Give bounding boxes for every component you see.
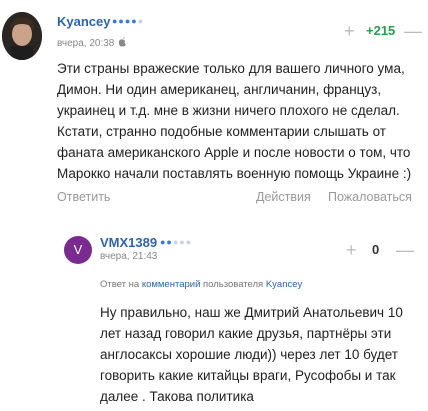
avatar[interactable]: [2, 12, 42, 60]
reply-user-link[interactable]: Kyancey: [266, 279, 302, 290]
timestamp: вчера, 21:43: [100, 251, 158, 262]
timestamp: вчера, 20:38: [57, 37, 127, 49]
actions-menu-button[interactable]: Действия: [256, 190, 311, 204]
reply-note: Ответ на комментарий пользователя Kyance…: [100, 279, 303, 290]
reply-comment-link[interactable]: комментарий: [142, 279, 201, 290]
comment-actions: Ответить Действия Пожаловаться: [57, 190, 427, 206]
rank-dots: ●●●●●: [112, 16, 145, 26]
upvote-button[interactable]: +: [344, 22, 355, 40]
rank-dots: ●●●●●: [160, 237, 193, 247]
downvote-button[interactable]: —: [396, 241, 414, 259]
comment-text: Ну правильно, наш же Дмитрий Анатольевич…: [100, 305, 403, 404]
vote-widget: + +215 —: [344, 22, 428, 42]
author-name[interactable]: VMX1389: [100, 235, 157, 250]
vote-count: 0: [372, 242, 380, 257]
apple-icon: [119, 37, 127, 47]
downvote-button[interactable]: —: [404, 22, 422, 40]
vote-count: +215: [366, 23, 396, 38]
vote-widget: + 0 —: [346, 241, 428, 261]
comment-text: Эти страны вражеские только для вашего л…: [57, 61, 412, 181]
complain-button[interactable]: Пожаловаться: [328, 190, 412, 204]
reply-button[interactable]: Ответить: [57, 190, 110, 204]
author-name[interactable]: Kyancey: [57, 14, 110, 29]
avatar[interactable]: V: [64, 236, 92, 264]
upvote-button[interactable]: +: [346, 241, 357, 259]
